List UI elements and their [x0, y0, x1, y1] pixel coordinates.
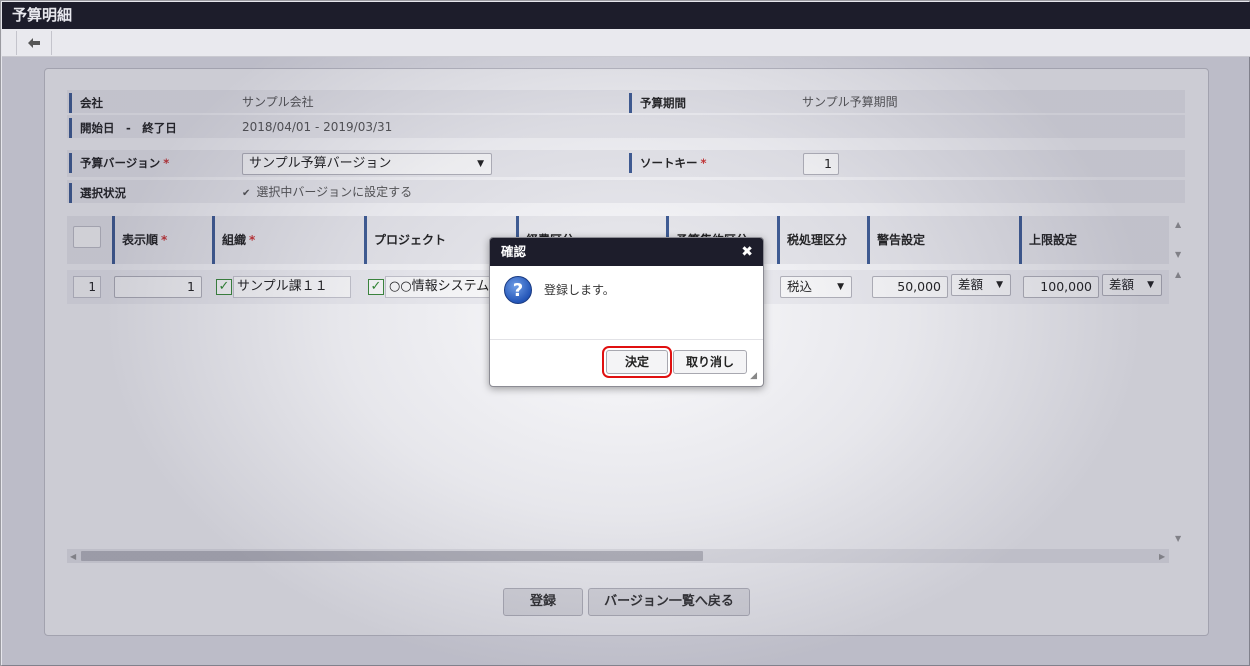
tax-select[interactable]: 税込 ▼: [780, 276, 852, 298]
close-icon[interactable]: ✖: [741, 238, 753, 266]
form-row-version: 予算バージョン * ソートキー *: [67, 150, 1185, 178]
tax-select-value: 税込: [787, 279, 813, 294]
column-warning[interactable]: 警告設定: [867, 216, 1019, 264]
company-label: 会社: [69, 93, 229, 113]
form-row-company: 会社 サンプル会社 予算期間 サンプル予算期間: [67, 90, 1185, 114]
sortkey-label: ソートキー *: [629, 153, 789, 173]
dialog-body: ? 登録します。: [490, 266, 763, 340]
chevron-down-icon: ▼: [477, 159, 484, 169]
form-row-dates: 開始日 - 終了日 2018/04/01 - 2019/03/31: [67, 115, 1185, 139]
warning-type-value: 差額: [958, 277, 984, 292]
chevron-down-icon: ▼: [837, 282, 844, 292]
status-checkbox[interactable]: ✔ 選択中バージョンに設定する: [242, 183, 412, 203]
scroll-up-icon[interactable]: ▲: [1175, 220, 1181, 229]
column-tax[interactable]: 税処理区分: [777, 216, 867, 264]
project-check-icon[interactable]: ✓: [368, 279, 384, 295]
column-order-text: 表示順: [122, 233, 159, 247]
resize-grip-icon[interactable]: ◢: [750, 371, 757, 381]
limit-type-select[interactable]: 差額 ▼: [1102, 274, 1162, 296]
column-limit[interactable]: 上限設定: [1019, 216, 1169, 264]
limit-type-value: 差額: [1109, 277, 1135, 292]
project-field[interactable]: ○○情報システム部: [385, 276, 495, 298]
register-button[interactable]: 登録: [503, 588, 583, 616]
warning-type-select[interactable]: 差額 ▼: [951, 274, 1011, 296]
required-mark: *: [163, 156, 170, 170]
page-title: 予算明細: [2, 2, 1250, 29]
period-label: 予算期間: [629, 93, 789, 113]
column-order[interactable]: 表示順 *: [112, 216, 212, 264]
required-mark: *: [161, 233, 168, 247]
period-value: サンプル予算期間: [802, 95, 898, 109]
warning-amount-input[interactable]: 50,000: [872, 276, 948, 298]
header-scrollbar[interactable]: ▲ ▼: [1171, 216, 1185, 264]
dialog-titlebar: 確認 ✖: [490, 238, 763, 266]
scrollbar-thumb[interactable]: [81, 551, 703, 561]
org-field[interactable]: サンプル課１１: [233, 276, 351, 298]
cancel-button[interactable]: 取り消し: [673, 350, 747, 374]
sortkey-input[interactable]: 1: [803, 153, 839, 175]
dates-value: 2018/04/01 - 2019/03/31: [242, 120, 393, 134]
status-label: 選択状況: [69, 183, 229, 203]
scroll-down-icon[interactable]: ▼: [1175, 534, 1181, 543]
toolbar: [2, 29, 1250, 57]
checkbox-checked-icon: ✔: [242, 188, 251, 199]
back-arrow-icon: [28, 38, 40, 48]
org-check-icon[interactable]: ✓: [216, 279, 232, 295]
column-org-text: 組織: [222, 233, 247, 247]
chevron-down-icon: ▼: [996, 280, 1003, 290]
select-all-checkbox[interactable]: [73, 226, 101, 248]
horizontal-scrollbar[interactable]: ◀ ▶: [67, 549, 1169, 563]
ok-button[interactable]: 決定: [602, 346, 672, 378]
column-org[interactable]: 組織 *: [212, 216, 364, 264]
limit-amount-input[interactable]: 100,000: [1023, 276, 1099, 298]
form-row-status: 選択状況 ✔ 選択中バージョンに設定する: [67, 180, 1185, 204]
chevron-down-icon: ▼: [1147, 280, 1154, 290]
vertical-scrollbar[interactable]: ▲ ▼: [1171, 266, 1185, 546]
scroll-down-icon[interactable]: ▼: [1175, 250, 1181, 259]
scroll-right-icon[interactable]: ▶: [1159, 552, 1165, 561]
scroll-left-icon[interactable]: ◀: [70, 552, 76, 561]
sortkey-label-text: ソートキー: [640, 156, 698, 170]
back-button[interactable]: [16, 31, 52, 55]
order-input[interactable]: 1: [114, 276, 202, 298]
dialog-title: 確認: [501, 244, 527, 259]
confirm-dialog: 確認 ✖ ? 登録します。 決定 取り消し ◢: [489, 237, 764, 387]
version-label: 予算バージョン *: [69, 153, 229, 173]
app-window: 予算明細 会社 サンプル会社 予算期間 サンプル予算期間 開始日 - 終了日 2…: [0, 0, 1250, 666]
version-select[interactable]: サンプル予算バージョン ▼: [242, 153, 492, 175]
row-number[interactable]: 1: [73, 276, 101, 298]
dialog-message: 登録します。: [544, 283, 615, 297]
question-icon: ?: [504, 276, 532, 304]
required-mark: *: [249, 233, 256, 247]
back-to-versions-button[interactable]: バージョン一覧へ戻る: [588, 588, 750, 616]
scroll-up-icon[interactable]: ▲: [1175, 270, 1181, 279]
version-select-value: サンプル予算バージョン: [249, 156, 392, 171]
dates-label: 開始日 - 終了日: [69, 118, 229, 138]
company-value: サンプル会社: [242, 95, 314, 109]
required-mark: *: [700, 156, 707, 170]
version-label-text: 予算バージョン: [80, 156, 161, 170]
status-checkbox-label: 選択中バージョンに設定する: [256, 185, 413, 199]
